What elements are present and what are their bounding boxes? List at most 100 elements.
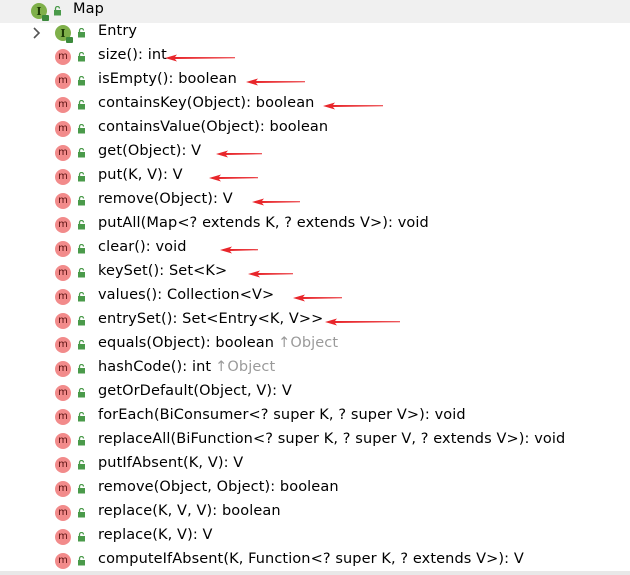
tree-method-row[interactable]: m replaceAll(BiFunction<? super K, ? supe…: [0, 429, 630, 453]
public-lock-icon: [78, 412, 85, 422]
structure-tree: I Map I Entry m size(): int m isEmpty(): bo…: [0, 0, 630, 575]
tree-method-row[interactable]: m equals(Object): boolean ↑Object: [0, 333, 630, 357]
method-signature: isEmpty(): boolean: [98, 71, 237, 87]
tree-method-row[interactable]: m isEmpty(): boolean: [0, 69, 630, 93]
annotation-arrow-icon: [216, 150, 262, 158]
method-signature: get(Object): V: [98, 143, 202, 159]
method-icon: m: [55, 193, 71, 209]
annotation-arrow-icon: [220, 246, 258, 254]
tree-method-row[interactable]: m values(): Collection<V>: [0, 285, 630, 309]
method-signature: computeIfAbsent(K, Function<? super K, ?…: [98, 551, 524, 567]
tree-method-row[interactable]: m replace(K, V, V): boolean: [0, 501, 630, 525]
method-signature: put(K, V): V: [98, 167, 183, 183]
inherited-from-label: ↑Object: [278, 335, 339, 351]
tree-node-entry[interactable]: I Entry: [0, 21, 630, 45]
method-signature: hashCode(): int ↑Object: [98, 359, 276, 375]
tree-method-row[interactable]: m entrySet(): Set<Entry<K, V>>: [0, 309, 630, 333]
public-lock-icon: [78, 484, 85, 494]
method-icon: m: [55, 265, 71, 281]
annotation-arrow-icon: [293, 294, 342, 302]
tree-method-row[interactable]: m containsValue(Object): boolean: [0, 117, 630, 141]
method-icon: m: [55, 145, 71, 161]
method-icon: m: [55, 313, 71, 329]
public-lock-icon: [78, 268, 85, 278]
tree-method-row[interactable]: m get(Object): V: [0, 141, 630, 165]
public-lock-icon: [78, 292, 85, 302]
tree-node-map[interactable]: I Map: [0, 0, 630, 23]
public-lock-icon: [78, 28, 85, 38]
tree-method-row[interactable]: m clear(): void: [0, 237, 630, 261]
tree-node-label: Map: [73, 1, 104, 17]
tree-method-row[interactable]: m forEach(BiConsumer<? super K, ? super V…: [0, 405, 630, 429]
method-icon: m: [55, 553, 71, 569]
tree-method-row[interactable]: m getOrDefault(Object, V): V: [0, 381, 630, 405]
method-icon: m: [55, 433, 71, 449]
tree-method-row[interactable]: m hashCode(): int ↑Object: [0, 357, 630, 381]
method-icon: m: [55, 457, 71, 473]
annotation-arrow-icon: [325, 318, 400, 326]
tree-method-row[interactable]: m remove(Object, Object): boolean: [0, 477, 630, 501]
public-lock-icon: [78, 388, 85, 398]
method-icon: m: [55, 409, 71, 425]
tree-method-row[interactable]: m containsKey(Object): boolean: [0, 93, 630, 117]
tree-method-row[interactable]: m keySet(): Set<K>: [0, 261, 630, 285]
method-signature: remove(Object, Object): boolean: [98, 479, 339, 495]
method-icon: m: [55, 169, 71, 185]
public-lock-icon: [78, 556, 85, 566]
method-signature: entrySet(): Set<Entry<K, V>>: [98, 311, 324, 327]
interface-icon: I: [55, 25, 73, 43]
public-lock-icon: [78, 364, 85, 374]
tree-method-row[interactable]: m remove(Object): V: [0, 189, 630, 213]
method-icon: m: [55, 385, 71, 401]
public-lock-icon: [78, 244, 85, 254]
method-signature: values(): Collection<V>: [98, 287, 275, 303]
method-signature: clear(): void: [98, 239, 187, 255]
public-lock-icon: [78, 340, 85, 350]
chevron-right-icon[interactable]: [31, 27, 43, 39]
method-signature: remove(Object): V: [98, 191, 233, 207]
method-icon: m: [55, 529, 71, 545]
public-lock-icon: [78, 508, 85, 518]
annotation-arrow-icon: [165, 54, 235, 62]
public-lock-icon: [78, 148, 85, 158]
method-signature: replace(K, V, V): boolean: [98, 503, 281, 519]
method-signature: putAll(Map<? extends K, ? extends V>): v…: [98, 215, 429, 231]
public-lock-icon: [78, 76, 85, 86]
tree-method-row[interactable]: m putIfAbsent(K, V): V: [0, 453, 630, 477]
public-lock-icon: [78, 460, 85, 470]
method-signature: replace(K, V): V: [98, 527, 213, 543]
method-icon: m: [55, 289, 71, 305]
method-signature: getOrDefault(Object, V): V: [98, 383, 292, 399]
interface-icon: I: [31, 3, 49, 21]
annotation-arrow-icon: [209, 174, 258, 182]
method-icon: m: [55, 217, 71, 233]
public-lock-icon: [78, 196, 85, 206]
horizontal-scrollbar[interactable]: [0, 571, 630, 575]
method-icon: m: [55, 49, 71, 65]
method-signature: forEach(BiConsumer<? super K, ? super V>…: [98, 407, 466, 423]
inherited-from-label: ↑Object: [215, 359, 276, 375]
tree-method-row[interactable]: m replace(K, V): V: [0, 525, 630, 549]
tree-method-row[interactable]: m size(): int: [0, 45, 630, 69]
annotation-arrow-icon: [246, 78, 305, 86]
public-lock-icon: [78, 220, 85, 230]
tree-method-row[interactable]: m put(K, V): V: [0, 165, 630, 189]
tree-method-row[interactable]: m putAll(Map<? extends K, ? extends V>): …: [0, 213, 630, 237]
method-icon: m: [55, 121, 71, 137]
method-signature: keySet(): Set<K>: [98, 263, 228, 279]
method-signature: containsValue(Object): boolean: [98, 119, 329, 135]
tree-method-row[interactable]: m computeIfAbsent(K, Function<? super K, …: [0, 549, 630, 573]
public-lock-icon: [78, 100, 85, 110]
public-lock-icon: [78, 316, 85, 326]
public-lock-icon: [54, 6, 61, 16]
public-lock-icon: [78, 52, 85, 62]
public-lock-icon: [78, 172, 85, 182]
public-lock-icon: [78, 532, 85, 542]
method-signature: replaceAll(BiFunction<? super K, ? super…: [98, 431, 566, 447]
method-icon: m: [55, 97, 71, 113]
public-lock-icon: [78, 436, 85, 446]
method-icon: m: [55, 505, 71, 521]
method-icon: m: [55, 73, 71, 89]
annotation-arrow-icon: [323, 102, 383, 110]
method-signature: size(): int: [98, 47, 167, 63]
